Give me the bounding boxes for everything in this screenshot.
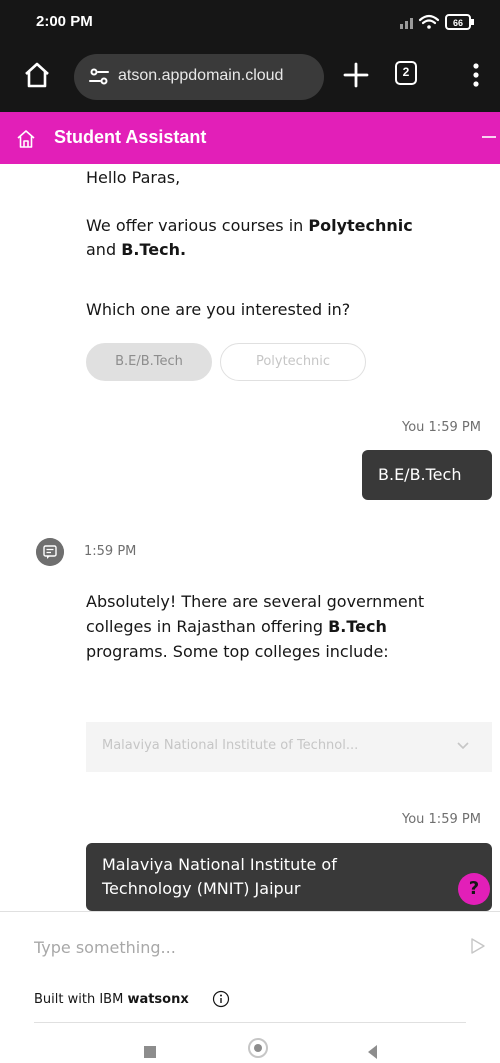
chat-header: Student Assistant	[0, 112, 500, 164]
bot-greeting: Hello Paras,	[86, 168, 181, 187]
battery-level: 66	[453, 18, 463, 28]
built-brand: watsonx	[127, 992, 189, 1007]
user-message-bubble: Malaviya National Institute of Technolog…	[86, 843, 492, 911]
status-time: 2:00 PM	[36, 13, 93, 30]
bot-line-1: Absolutely! There are several government	[86, 592, 425, 611]
battery-icon: 66	[445, 14, 474, 30]
user-reply-line-1: Malaviya National Institute of	[102, 855, 337, 874]
browser-toolbar: atson.appdomain.cloud 2	[0, 44, 500, 112]
home-nav-icon[interactable]	[248, 1038, 268, 1058]
chevron-down-icon[interactable]	[456, 741, 470, 751]
status-icons: 66	[400, 14, 474, 30]
chat-title: Student Assistant	[54, 127, 207, 147]
user-message-bubble: B.E/B.Tech	[362, 450, 492, 500]
built-prefix: Built with IBM	[34, 992, 128, 1007]
signal-icon	[400, 18, 413, 29]
option-chip-polytechnic[interactable]: Polytechnic	[220, 343, 366, 381]
minimize-icon[interactable]	[482, 136, 496, 138]
offer-and: and	[86, 240, 122, 259]
more-vertical-icon[interactable]	[472, 61, 480, 89]
tabs-icon[interactable]: 2	[395, 61, 417, 85]
home-icon[interactable]	[22, 60, 52, 90]
offer-polytechnic: Polytechnic	[308, 216, 413, 235]
send-icon[interactable]	[470, 937, 486, 955]
home-nav-dot	[254, 1044, 262, 1052]
user-timestamp: You 1:59 PM	[402, 812, 481, 827]
user-reply-line-2: Technology (MNIT) Jaipur	[102, 879, 301, 898]
site-settings-icon[interactable]	[88, 67, 110, 87]
footer-divider	[34, 1022, 466, 1023]
bot-line-3: programs. Some top colleges include:	[86, 642, 389, 661]
wifi-icon	[418, 14, 440, 29]
offer-prefix: We offer various courses in	[86, 216, 309, 235]
bot-question: Which one are you interested in?	[86, 300, 351, 319]
recent-apps-icon[interactable]	[144, 1046, 156, 1058]
status-bar: 2:00 PM 66	[0, 0, 500, 44]
address-bar[interactable]: atson.appdomain.cloud	[74, 54, 324, 100]
dropdown-value[interactable]: Malaviya National Institute of Technol..…	[102, 738, 358, 753]
option-chip-btech[interactable]: B.E/B.Tech	[86, 343, 212, 381]
help-icon[interactable]: ?	[458, 873, 490, 905]
bot-line-2: colleges in Rajasthan offering	[86, 617, 329, 636]
bot-timestamp: 1:59 PM	[84, 544, 137, 559]
chat-home-icon[interactable]	[16, 129, 36, 149]
back-icon[interactable]	[366, 1044, 378, 1060]
built-with-label: Built with IBM watsonx	[34, 992, 189, 1007]
message-input[interactable]	[34, 932, 434, 962]
url-text[interactable]: atson.appdomain.cloud	[118, 67, 283, 85]
offer-btech: B.Tech.	[121, 240, 187, 259]
bot-offer-message: We offer various courses in Polytechnic …	[86, 214, 486, 262]
user-timestamp: You 1:59 PM	[402, 420, 481, 435]
bot-avatar-icon	[36, 538, 64, 566]
composer-divider	[0, 911, 500, 912]
college-dropdown[interactable]: Malaviya National Institute of Technol..…	[86, 722, 492, 772]
bot-response-message: Absolutely! There are several government…	[86, 589, 496, 664]
plus-icon[interactable]	[342, 61, 370, 89]
info-icon[interactable]	[212, 990, 230, 1008]
bot-line-2-bold: B.Tech	[328, 617, 387, 636]
